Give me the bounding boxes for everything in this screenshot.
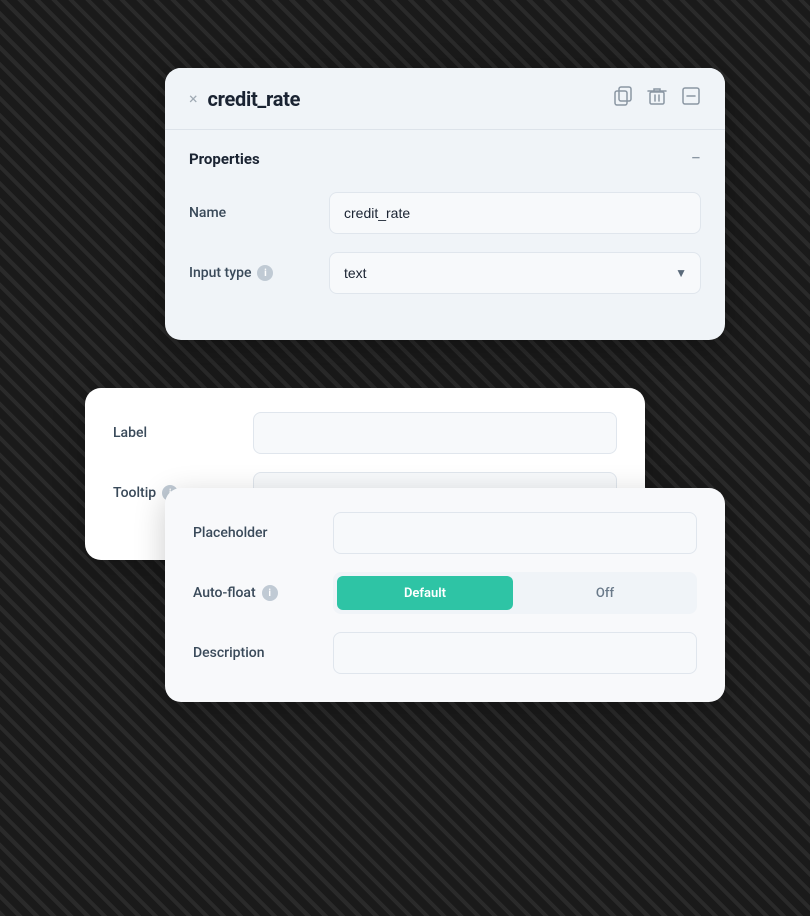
description-field-row: Description [193, 632, 697, 674]
section-collapse-icon[interactable]: − [691, 150, 701, 168]
auto-float-field-row: Auto-float i Default Off [193, 572, 697, 614]
input-type-field-row: Input type i text number email password … [189, 252, 701, 294]
description-label: Description [193, 645, 333, 661]
section-header: Properties − [189, 150, 701, 168]
card-top: × credit_rate [165, 68, 725, 340]
label-field-row: Label [113, 412, 617, 454]
name-field-row: Name [189, 192, 701, 234]
auto-float-label: Auto-float i [193, 585, 333, 601]
card-top-header: × credit_rate [165, 68, 725, 129]
toggle-default[interactable]: Default [337, 576, 513, 610]
placeholder-input[interactable] [333, 512, 697, 554]
placeholder-field-row: Placeholder [193, 512, 697, 554]
input-type-label: Input type i [189, 265, 329, 281]
card-top-header-left: × credit_rate [189, 87, 300, 111]
card-middle: Placeholder Auto-float i Default Off Des… [165, 488, 725, 702]
placeholder-label: Placeholder [193, 525, 333, 541]
label-input[interactable] [253, 412, 617, 454]
section-title: Properties [189, 150, 260, 168]
auto-float-toggle-group: Default Off [333, 572, 697, 614]
minimize-icon[interactable] [681, 86, 701, 111]
auto-float-info-icon[interactable]: i [262, 585, 278, 601]
input-type-select[interactable]: text number email password date [329, 252, 701, 294]
name-label: Name [189, 205, 329, 221]
close-icon[interactable]: × [189, 89, 198, 108]
copy-icon[interactable] [613, 86, 633, 111]
input-type-info-icon[interactable]: i [257, 265, 273, 281]
card-title: credit_rate [208, 87, 301, 111]
input-type-select-wrapper: text number email password date ▼ [329, 252, 701, 294]
label-label: Label [113, 425, 253, 441]
cards-wrapper: × credit_rate [85, 68, 725, 848]
name-input[interactable] [329, 192, 701, 234]
header-actions [613, 86, 701, 111]
toggle-off[interactable]: Off [517, 576, 693, 610]
description-input[interactable] [333, 632, 697, 674]
delete-icon[interactable] [647, 86, 667, 111]
properties-section: Properties − Name Input type i text numb… [165, 130, 725, 340]
